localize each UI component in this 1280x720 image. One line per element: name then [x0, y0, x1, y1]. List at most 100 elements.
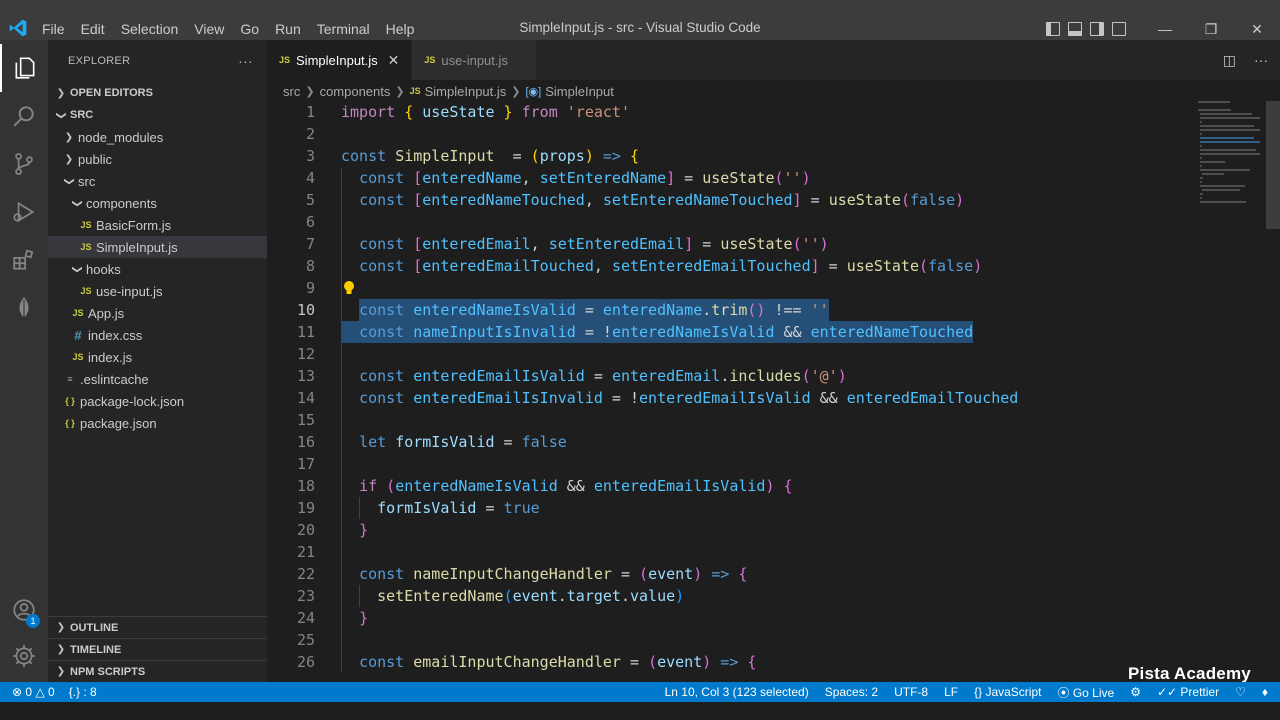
code-line[interactable]: 17	[267, 453, 1280, 475]
tab-use-input[interactable]: JS use-input.js	[412, 40, 537, 80]
code-line[interactable]: 11 const nameInputIsInvalid = !enteredNa…	[267, 321, 1280, 343]
minimap-line	[1202, 189, 1240, 191]
code-line[interactable]: 12	[267, 343, 1280, 365]
menu-view[interactable]: View	[186, 21, 232, 37]
menu-run[interactable]: Run	[267, 21, 309, 37]
code-line[interactable]: 20 }	[267, 519, 1280, 541]
outline-section[interactable]: ❯ OUTLINE	[48, 616, 267, 638]
npm-scripts-section[interactable]: ❯ NPM SCRIPTS	[48, 660, 267, 682]
mongodb-leaf-icon[interactable]	[0, 284, 48, 332]
code-token: }	[359, 521, 369, 539]
feedback-icon[interactable]: ♡	[1235, 685, 1246, 699]
code-line[interactable]: 1 import { useState } from 'react'	[267, 101, 1280, 123]
code-line[interactable]: 23 setEnteredName(event.target.value)	[267, 585, 1280, 607]
tree-file[interactable]: { } package.json	[48, 412, 267, 434]
explorer-icon[interactable]	[0, 44, 48, 92]
menu-terminal[interactable]: Terminal	[309, 21, 378, 37]
toggle-panel-icon[interactable]	[1068, 22, 1082, 36]
tree-folder[interactable]: ❯ node_modules	[48, 126, 267, 148]
code-line[interactable]: 16 let formIsValid = false	[267, 431, 1280, 453]
problems-status[interactable]: ⊗ 0 △ 0	[12, 685, 55, 699]
menu-selection[interactable]: Selection	[113, 21, 187, 37]
cursor-position[interactable]: Ln 10, Col 3 (123 selected)	[665, 685, 809, 699]
menu-file[interactable]: File	[34, 21, 73, 37]
code-line[interactable]: 6	[267, 211, 1280, 233]
code-line[interactable]: 14 const enteredEmailIsInvalid = !entere…	[267, 387, 1280, 409]
tree-file[interactable]: ≡ .eslintcache	[48, 368, 267, 390]
tree-folder[interactable]: ❯ public	[48, 148, 267, 170]
split-editor-icon[interactable]: ◫	[1223, 52, 1236, 69]
code-token: if	[359, 477, 387, 495]
encoding[interactable]: UTF-8	[894, 685, 928, 699]
end-of-line[interactable]: LF	[944, 685, 958, 699]
close-tab-icon[interactable]: ✕	[388, 52, 400, 69]
tree-folder[interactable]: ❯ hooks	[48, 258, 267, 280]
code-line[interactable]: 25	[267, 629, 1280, 651]
vertical-scrollbar[interactable]	[1266, 101, 1280, 229]
accounts-icon[interactable]: 1	[0, 586, 48, 634]
settings-sync-icon[interactable]: ⚙	[1130, 685, 1141, 699]
tree-file[interactable]: # index.css	[48, 324, 267, 346]
minimap[interactable]	[1198, 101, 1264, 241]
tree-folder[interactable]: ❯ src	[48, 170, 267, 192]
code-token: =	[620, 653, 649, 671]
timeline-section[interactable]: ❯ TIMELINE	[48, 638, 267, 660]
js-file-icon: JS	[80, 286, 92, 296]
tree-file[interactable]: JS App.js	[48, 302, 267, 324]
indentation[interactable]: Spaces: 2	[825, 685, 878, 699]
code-editor[interactable]: 1 import { useState } from 'react' 2 3 const…	[267, 101, 1280, 682]
language-mode[interactable]: {} JavaScript	[974, 685, 1041, 699]
run-debug-icon[interactable]	[0, 188, 48, 236]
tree-file[interactable]: { } package-lock.json	[48, 390, 267, 412]
explorer-more-actions[interactable]: ···	[238, 53, 253, 69]
breadcrumb-components[interactable]: components	[320, 84, 391, 99]
menu-go[interactable]: Go	[232, 21, 267, 37]
notifications-bell-icon[interactable]: ♦	[1262, 685, 1268, 699]
code-line[interactable]: 5 const [enteredNameTouched, setEnteredN…	[267, 189, 1280, 211]
breadcrumb-file[interactable]: SimpleInput.js	[425, 84, 507, 99]
toggle-secondary-sidebar-icon[interactable]	[1090, 22, 1104, 36]
code-line[interactable]: 15	[267, 409, 1280, 431]
code-line[interactable]: 18 if (enteredNameIsValid && enteredEmai…	[267, 475, 1280, 497]
position-hint[interactable]: {.} : 8	[69, 685, 97, 699]
code-line[interactable]: 24 }	[267, 607, 1280, 629]
menu-help[interactable]: Help	[378, 21, 423, 37]
tree-file[interactable]: JS SimpleInput.js	[48, 236, 267, 258]
prettier-status[interactable]: ✓✓ Prettier	[1157, 685, 1219, 699]
tree-file[interactable]: JS use-input.js	[48, 280, 267, 302]
tree-folder[interactable]: ❯ components	[48, 192, 267, 214]
code-token: ,	[521, 169, 540, 187]
watermark: Pista Academy	[1128, 664, 1251, 683]
src-root-section[interactable]: ❯ SRC	[48, 104, 267, 126]
code-line[interactable]: 2	[267, 123, 1280, 145]
breadcrumb-symbol[interactable]: SimpleInput	[545, 84, 614, 99]
manage-gear-icon[interactable]	[0, 632, 48, 680]
source-control-icon[interactable]	[0, 140, 48, 188]
extensions-icon[interactable]	[0, 236, 48, 284]
line-number: 22	[296, 565, 315, 583]
code-line[interactable]: 19 formIsValid = true	[267, 497, 1280, 519]
tree-item-label: public	[78, 151, 112, 167]
breadcrumb-src[interactable]: src	[283, 84, 300, 99]
tree-file[interactable]: JS index.js	[48, 346, 267, 368]
code-line[interactable]: 21	[267, 541, 1280, 563]
code-line[interactable]: 8 const [enteredEmailTouched, setEntered…	[267, 255, 1280, 277]
minimap-line	[1200, 125, 1254, 127]
more-actions-icon[interactable]: ···	[1254, 52, 1268, 69]
code-line[interactable]: 7 const [enteredEmail, setEnteredEmail] …	[267, 233, 1280, 255]
go-live-button[interactable]: ⦿ Go Live	[1057, 684, 1114, 701]
code-line[interactable]: 4 const [enteredName, setEnteredName] = …	[267, 167, 1280, 189]
tree-file[interactable]: JS BasicForm.js	[48, 214, 267, 236]
code-line[interactable]: 9	[267, 277, 1280, 299]
code-line[interactable]: 13 const enteredEmailIsValid = enteredEm…	[267, 365, 1280, 387]
search-icon[interactable]	[0, 92, 48, 140]
code-line[interactable]: 22 const nameInputChangeHandler = (event…	[267, 563, 1280, 585]
menu-edit[interactable]: Edit	[73, 21, 113, 37]
code-line[interactable]: 3 const SimpleInput = (props) => {	[267, 145, 1280, 167]
code-line[interactable]: 10 const enteredNameIsValid = enteredNam…	[267, 299, 1280, 321]
code-text: const [enteredName, setEnteredName] = us…	[341, 167, 811, 189]
customize-layout-icon[interactable]	[1112, 22, 1126, 36]
tab-simpleinput[interactable]: JS SimpleInput.js ✕	[267, 40, 413, 80]
open-editors-section[interactable]: ❯ OPEN EDITORS	[48, 82, 267, 104]
toggle-primary-sidebar-icon[interactable]	[1046, 22, 1060, 36]
